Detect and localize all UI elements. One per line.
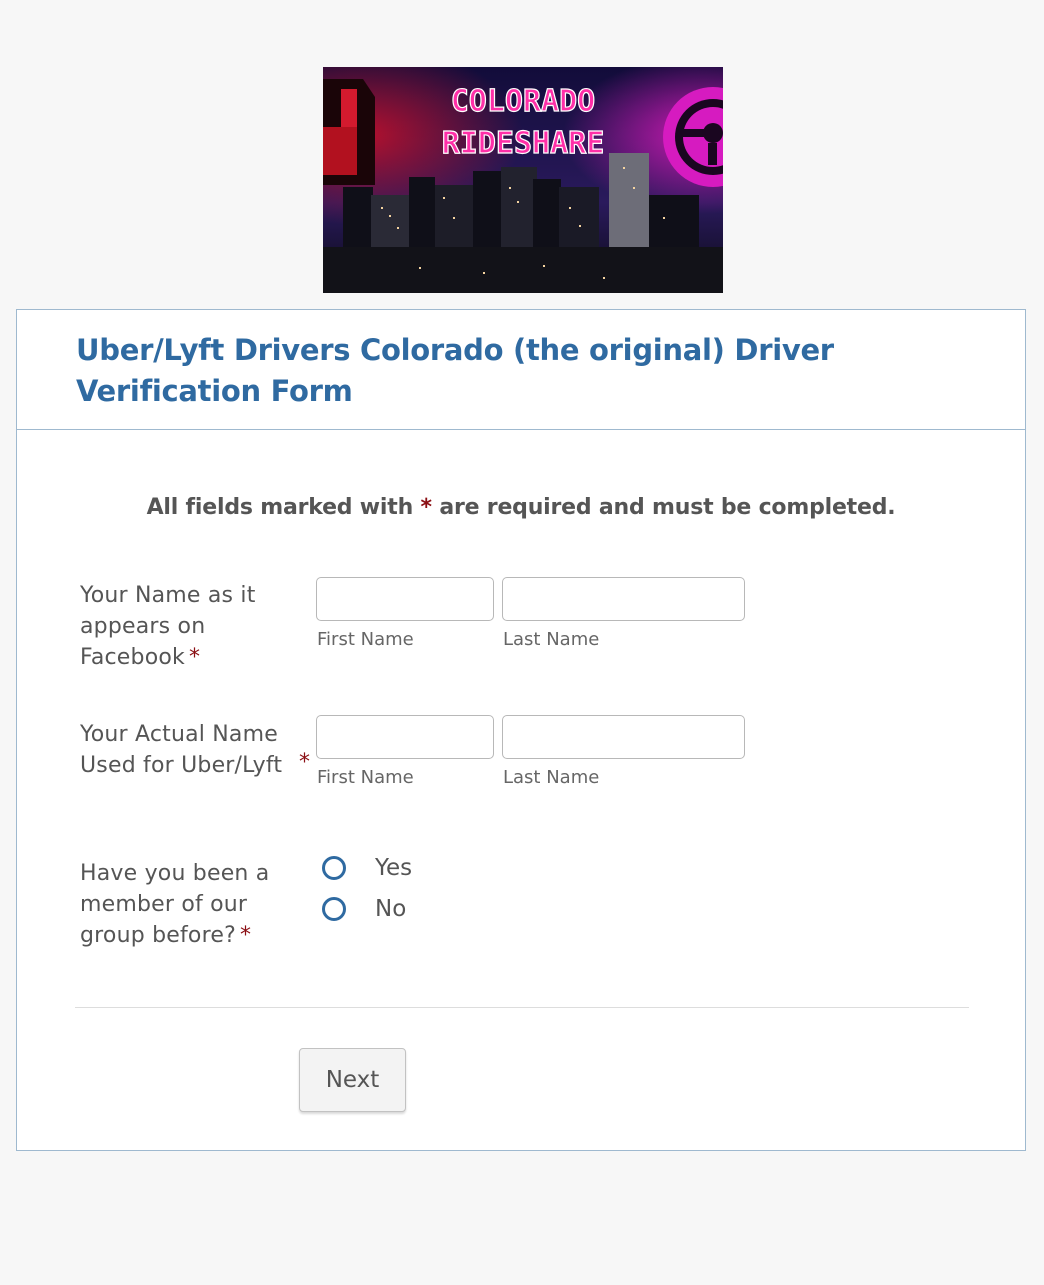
required-note: All fields marked with * are required an…	[17, 495, 1025, 520]
next-button[interactable]: Next	[299, 1048, 406, 1112]
radio-no[interactable]	[322, 897, 346, 921]
facebook-first-name-input[interactable]	[316, 577, 494, 621]
radio-yes-label[interactable]: Yes	[375, 855, 412, 881]
actual-last-name-sublabel: Last Name	[503, 767, 600, 788]
required-star: *	[239, 923, 252, 948]
svg-text:COLORADO: COLORADO	[451, 84, 596, 119]
form-title: Uber/Lyft Drivers Colorado (the original…	[76, 333, 834, 408]
required-note-text-end: are required and must be completed.	[439, 495, 896, 520]
member-yes-option[interactable]: Yes	[322, 851, 412, 885]
left-emblem-icon	[323, 79, 375, 185]
facebook-name-label: Your Name as it appears on Facebook *	[80, 580, 280, 673]
required-star: *	[299, 750, 310, 775]
facebook-last-name-sublabel: Last Name	[503, 629, 600, 650]
form-card: Uber/Lyft Drivers Colorado (the original…	[16, 309, 1026, 1151]
actual-name-label-text: Your Actual Name Used for Uber/Lyft	[80, 722, 283, 778]
required-note-text: All fields marked with	[146, 495, 414, 520]
facebook-first-name-sublabel: First Name	[317, 629, 414, 650]
facebook-last-name-input[interactable]	[502, 577, 745, 621]
actual-first-name-input[interactable]	[316, 715, 494, 759]
form-header: Uber/Lyft Drivers Colorado (the original…	[17, 310, 1025, 430]
required-star: *	[420, 495, 433, 520]
colorado-rideshare-banner: COLORADO RIDESHARE	[323, 67, 723, 293]
member-no-option[interactable]: No	[322, 892, 406, 926]
radio-yes[interactable]	[322, 856, 346, 880]
actual-name-label: Your Actual Name Used for Uber/Lyft	[80, 719, 294, 781]
facebook-name-label-text: Your Name as it appears on Facebook	[80, 583, 256, 670]
page: COLORADO RIDESHARE Uber/Lyft Drivers Col…	[0, 0, 1044, 1285]
divider	[75, 1007, 969, 1008]
actual-last-name-input[interactable]	[502, 715, 745, 759]
svg-text:RIDESHARE: RIDESHARE	[442, 126, 605, 161]
radio-no-label[interactable]: No	[375, 896, 406, 922]
actual-first-name-sublabel: First Name	[317, 767, 414, 788]
member-question-label: Have you been a member of our group befo…	[80, 858, 280, 951]
required-star: *	[188, 645, 201, 670]
